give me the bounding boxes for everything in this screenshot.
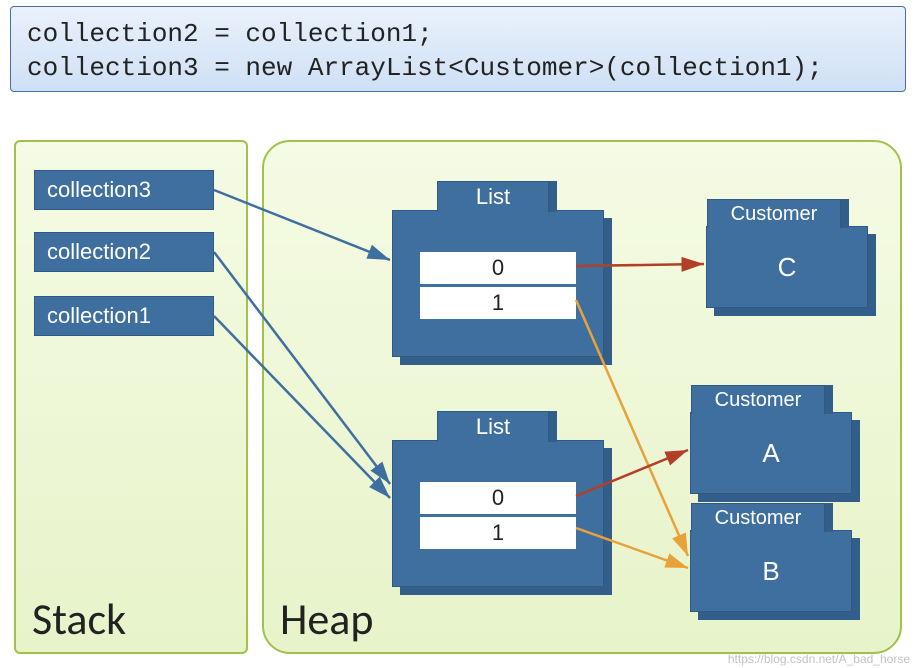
stack-zone: Stack	[14, 140, 248, 654]
customer-label: Customer	[707, 199, 841, 228]
customer-name: C	[707, 227, 867, 307]
customer-object-b: Customer B	[690, 530, 852, 612]
list2-index-0: 0	[419, 481, 577, 515]
code-panel: collection2 = collection1; collection3 =…	[10, 6, 906, 92]
list-object-1: List 0 1	[392, 210, 604, 357]
stack-var-collection1: collection1	[34, 296, 214, 336]
watermark: https://blog.csdn.net/A_bad_horse	[728, 652, 910, 666]
customer-object-a: Customer A	[690, 412, 852, 494]
stack-var-collection2: collection2	[34, 232, 214, 272]
customer-label: Customer	[691, 503, 825, 532]
code-line-2: collection3 = new ArrayList<Customer>(co…	[27, 53, 823, 83]
list-object-2: List 0 1	[392, 440, 604, 587]
list1-index-0: 0	[419, 251, 577, 285]
list1-index-1: 1	[419, 285, 577, 320]
heap-title: Heap	[280, 592, 374, 646]
stack-title: Stack	[32, 592, 126, 646]
customer-label: Customer	[691, 385, 825, 414]
list-label: List	[437, 411, 549, 442]
stack-var-collection3: collection3	[34, 170, 214, 210]
stack-var-label: collection2	[47, 239, 151, 265]
customer-name: B	[691, 531, 851, 611]
stack-var-label: collection3	[47, 177, 151, 203]
code-line-1: collection2 = collection1;	[27, 19, 433, 49]
stack-var-label: collection1	[47, 303, 151, 329]
customer-object-c: Customer C	[706, 226, 868, 308]
list-label: List	[437, 181, 549, 212]
list2-index-1: 1	[419, 515, 577, 550]
customer-name: A	[691, 413, 851, 493]
